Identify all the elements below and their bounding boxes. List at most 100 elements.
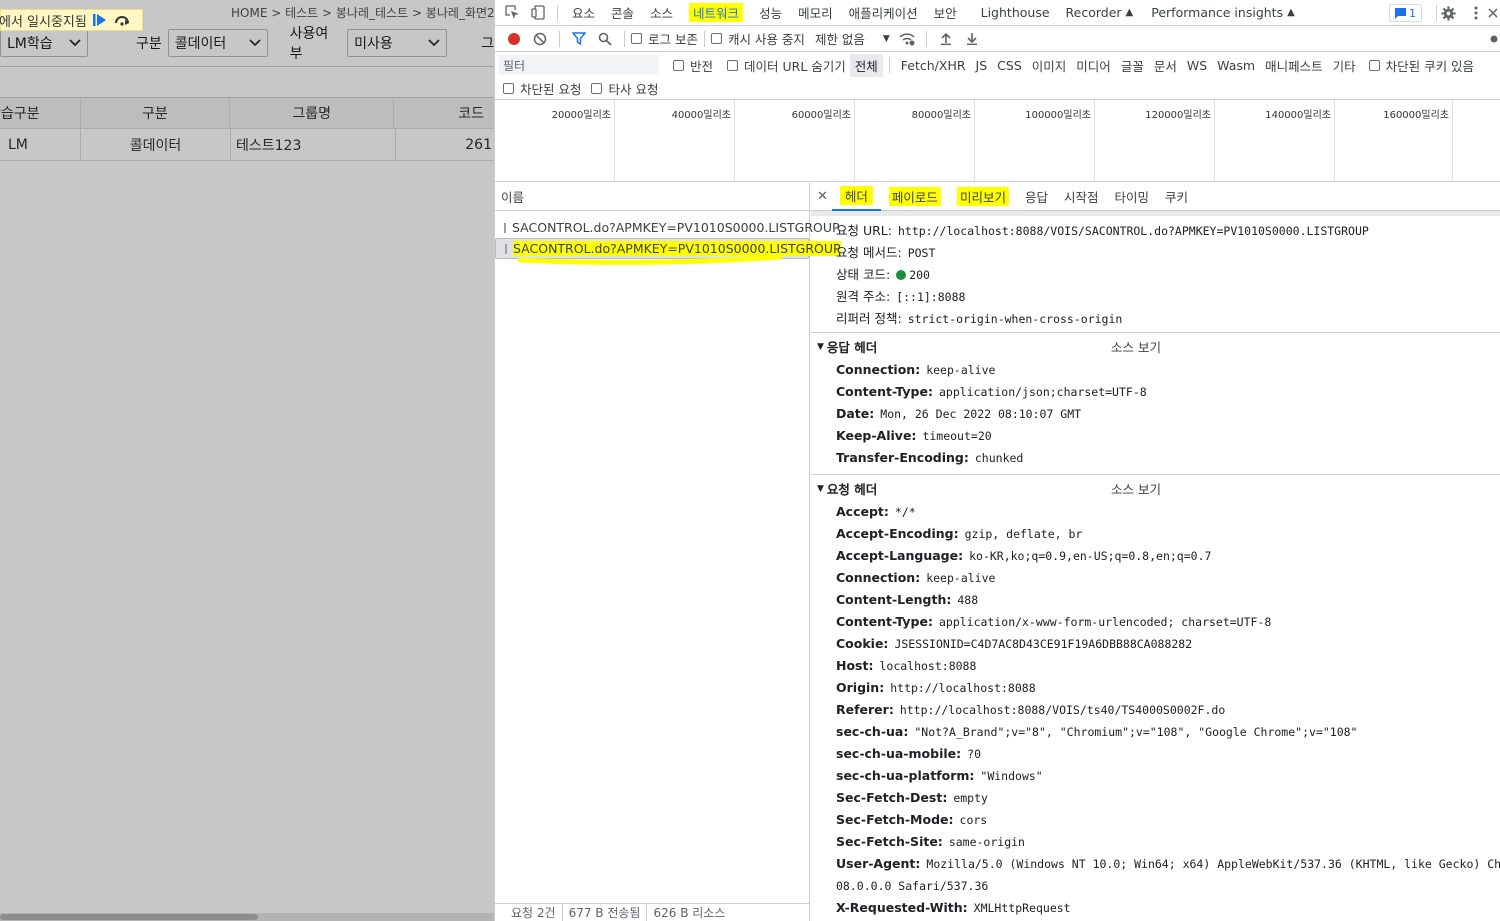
tab-application[interactable]: 애플리케이션	[841, 0, 926, 26]
tab-timing[interactable]: 타이밍	[1106, 183, 1157, 211]
column-header[interactable]: 학습구분	[0, 98, 81, 128]
tab-performance-insights[interactable]: Performance insights ▲	[1143, 0, 1297, 26]
checkbox-box[interactable]	[710, 33, 722, 44]
checkbox-box[interactable]	[631, 33, 642, 44]
name-column-header[interactable]: 이름	[495, 183, 809, 211]
study-type-value: LM학습	[7, 36, 53, 52]
network-overview-timeline[interactable]: 20000밀리초 40000밀리초 60000밀리초 80000밀리초 1000…	[495, 100, 1500, 182]
tab-lighthouse[interactable]: Lighthouse	[973, 0, 1058, 26]
category-select[interactable]: 콜데이터	[167, 29, 268, 57]
divider	[888, 57, 890, 73]
response-headers-toggle[interactable]: ▼ 응답 헤더 소스 보기	[811, 332, 1500, 360]
header-key: User-Agent:	[836, 856, 921, 871]
type-filter-fetch-xhr[interactable]: Fetch/XHR	[896, 56, 971, 75]
tab-sources[interactable]: 소스	[642, 0, 681, 26]
study-type-select[interactable]: LM학습	[0, 29, 88, 57]
tab-headers[interactable]: 헤더	[831, 183, 881, 211]
blocked-cookies-checkbox[interactable]: 차단된 쿠키 있음	[1368, 56, 1474, 75]
request-row[interactable]: SACONTROL.do?APMKEY=PV1010S0000.LISTGROU…	[495, 217, 840, 238]
search-icon[interactable]	[592, 27, 618, 51]
resume-icon[interactable]	[91, 11, 109, 29]
network-settings-icon[interactable]	[1488, 27, 1500, 51]
type-filter-doc[interactable]: 문서	[1149, 54, 1182, 77]
tab-elements[interactable]: 요소	[564, 0, 603, 26]
type-filter-manifest[interactable]: 매니페스트	[1260, 54, 1328, 77]
type-filter-css[interactable]: CSS	[992, 56, 1027, 75]
tab-network[interactable]: 네트워크	[681, 0, 751, 26]
filter-placeholder: 필터	[503, 58, 526, 73]
type-filter-other[interactable]: 기타	[1328, 54, 1361, 77]
header-value: same-origin	[948, 835, 1025, 849]
request-headers-toggle[interactable]: ▼ 요청 헤더 소스 보기	[811, 474, 1500, 502]
usage-select[interactable]: 미사용	[347, 29, 448, 57]
request-checkbox[interactable]	[504, 222, 506, 233]
inspect-element-icon[interactable]	[499, 1, 525, 25]
tab-console[interactable]: 콘솔	[603, 0, 642, 26]
tab-initiator[interactable]: 시작점	[1056, 183, 1107, 211]
checkbox-box[interactable]	[503, 83, 514, 94]
view-source-link[interactable]: 소스 보기	[1111, 337, 1161, 356]
tab-preview[interactable]: 미리보기	[949, 183, 1017, 211]
tab-memory[interactable]: 메모리	[790, 0, 841, 26]
request-count: 요청 2건	[505, 904, 563, 921]
type-filter-wasm[interactable]: Wasm	[1212, 56, 1260, 75]
view-source-link[interactable]: 소스 보기	[1111, 479, 1161, 498]
export-har-icon[interactable]	[959, 27, 985, 51]
filter-icon[interactable]	[566, 27, 592, 51]
divider	[925, 30, 927, 47]
throttling-select[interactable]: 제한 없음 ▼	[815, 29, 890, 48]
tab-cookies[interactable]: 쿠키	[1157, 183, 1196, 211]
header-key: Origin:	[836, 680, 885, 695]
checkbox-box[interactable]	[727, 59, 739, 71]
filter-input[interactable]: 필터	[499, 55, 659, 75]
type-filter-media[interactable]: 미디어	[1071, 54, 1116, 77]
close-detail-icon[interactable]: ✕	[817, 189, 828, 204]
column-header[interactable]: 구분	[81, 98, 231, 128]
record-icon[interactable]	[501, 27, 527, 51]
clear-icon[interactable]	[527, 27, 553, 51]
request-row-selected[interactable]: SACONTROL.do?APMKEY=PV1010S0000.LISTGROU…	[495, 238, 841, 265]
tab-security[interactable]: 보안	[926, 0, 965, 26]
scrollbar-thumb[interactable]	[0, 914, 258, 920]
type-filter-ws[interactable]: WS	[1182, 56, 1212, 75]
type-filter-all[interactable]: 전체	[849, 53, 883, 77]
disable-cache-checkbox[interactable]: 캐시 사용 중지	[710, 29, 805, 48]
type-filter-js[interactable]: JS	[971, 56, 993, 75]
third-party-checkbox[interactable]: 타사 요청	[591, 79, 658, 98]
tab-recorder[interactable]: Recorder ▲	[1058, 0, 1136, 26]
step-over-icon[interactable]	[113, 11, 131, 29]
hide-data-urls-checkbox[interactable]: 데이터 URL 숨기기	[727, 56, 846, 75]
type-filter-img[interactable]: 이미지	[1027, 54, 1072, 77]
invert-checkbox[interactable]: 반전	[673, 56, 713, 75]
tab-response[interactable]: 응답	[1017, 183, 1056, 211]
column-header[interactable]: 그룹명	[230, 98, 395, 128]
close-devtools-icon[interactable]	[1485, 1, 1500, 25]
blocked-requests-checkbox[interactable]: 차단된 요청	[503, 79, 581, 98]
network-conditions-icon[interactable]	[894, 27, 920, 51]
resource-size: 626 B 리소스	[653, 906, 726, 920]
table-cell: LM	[0, 129, 81, 160]
import-har-icon[interactable]	[933, 27, 959, 51]
checkbox-box[interactable]	[591, 83, 603, 94]
header-row: User-Agent: Mozilla/5.0 (Windows NT 10.0;…	[836, 856, 1500, 871]
horizontal-scrollbar[interactable]	[0, 913, 494, 921]
header-row: Date: Mon, 26 Dec 2022 08:10:07 GMT	[836, 406, 1081, 421]
checkbox-box[interactable]	[1368, 59, 1380, 71]
header-value: empty	[953, 791, 988, 805]
column-header[interactable]: 코드	[394, 98, 494, 128]
tab-payload[interactable]: 페이로드	[881, 183, 949, 211]
device-toolbar-icon[interactable]	[525, 1, 551, 25]
tab-headers-label: 헤더	[839, 186, 873, 205]
header-row: Accept: */*	[836, 504, 916, 519]
checkbox-box[interactable]	[673, 59, 684, 71]
preserve-log-checkbox[interactable]: 로그 보존	[631, 29, 698, 48]
issues-badge[interactable]: 1	[1389, 4, 1422, 22]
gear-icon[interactable]	[1435, 1, 1461, 25]
chevron-down-icon	[69, 39, 81, 47]
timeline-tick-label: 140000밀리초	[1265, 110, 1331, 121]
tab-performance[interactable]: 성능	[751, 0, 790, 26]
table-row[interactable]: LM 콜데이터 테스트123 261	[0, 129, 494, 161]
type-filter-font[interactable]: 글꼴	[1116, 54, 1149, 77]
request-checkbox[interactable]	[505, 243, 507, 254]
throttling-value: 제한 없음	[814, 32, 865, 47]
